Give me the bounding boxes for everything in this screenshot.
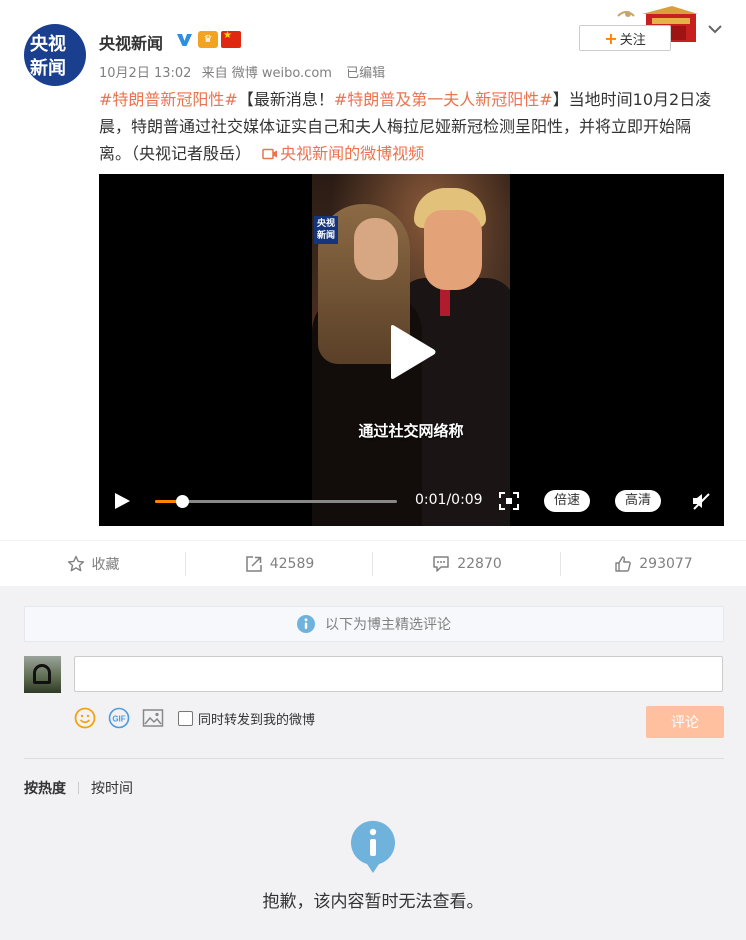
post-date[interactable]: 10月2日 13:02 — [99, 66, 191, 81]
hashtag-link[interactable]: #特朗普新冠阳性# — [99, 90, 238, 109]
sort-by-hot-tab[interactable]: 按热度 — [24, 778, 66, 798]
emoji-icon[interactable] — [74, 707, 96, 729]
star-icon — [67, 555, 84, 572]
repost-count: 42589 — [269, 556, 315, 572]
svg-text:GIF: GIF — [112, 715, 125, 724]
divider — [24, 758, 724, 759]
forward-checkbox-label: 同时转发到我的微博 — [198, 712, 316, 728]
quality-button[interactable]: 高清 — [615, 490, 662, 512]
chevron-down-icon[interactable] — [706, 20, 724, 38]
v-verified-icon — [177, 34, 192, 46]
forward-checkbox[interactable]: 同时转发到我的微博 — [178, 709, 315, 728]
video-time: 0:01/0:09 — [415, 492, 483, 508]
video-controls: 0:01/0:09 倍速 高清 — [99, 484, 724, 518]
like-button[interactable]: 293077 — [561, 541, 746, 587]
watermark-line1: 央视 — [316, 219, 335, 229]
notice-text: 以下为博主精选评论 — [325, 617, 451, 633]
info-icon — [351, 820, 395, 873]
comment-count: 22870 — [457, 556, 502, 572]
thumbs-up-icon — [615, 556, 632, 572]
avatar-text-top: 央视 — [30, 34, 66, 55]
play-icon[interactable] — [387, 324, 437, 380]
post-source: 来自 微博 weibo.com — [201, 66, 332, 81]
comment-button[interactable]: 22870 — [373, 541, 561, 587]
speed-button[interactable]: 倍速 — [544, 490, 591, 512]
info-icon — [297, 615, 315, 633]
video-subtitle: 通过社交网络称 — [358, 422, 464, 440]
comments-section: 以下为博主精选评论 GIF 同时转发到我的微博 评论 按热度 按时间 抱歉，该内… — [0, 586, 746, 940]
watermark-line2: 新闻 — [316, 231, 335, 241]
featured-comments-notice: 以下为博主精选评论 — [24, 606, 724, 642]
author-name[interactable]: 央视新闻 — [99, 30, 163, 54]
sort-tabs: 按热度 按时间 — [24, 778, 133, 798]
checkbox-box[interactable] — [178, 710, 193, 726]
favorite-label: 收藏 — [91, 557, 120, 573]
video-player[interactable]: 央视 新闻 通过社交网络称 0:01/0:09 倍速 高清 — [99, 174, 724, 526]
cctv-watermark: 央视 新闻 — [314, 216, 338, 244]
video-link-icon — [262, 148, 278, 160]
crown-badge-icon: ♛ — [198, 31, 218, 48]
hashtag-link[interactable]: #特朗普及第一夫人新冠阳性# — [334, 90, 553, 109]
author-avatar[interactable]: 央视 新闻 — [24, 24, 86, 86]
divider — [78, 782, 79, 794]
fullscreen-icon[interactable] — [499, 492, 519, 510]
post-text-segment: 【最新消息！ — [237, 90, 334, 109]
sort-by-time-tab[interactable]: 按时间 — [91, 778, 133, 798]
comment-input[interactable] — [74, 656, 723, 692]
avatar-text-bottom: 新闻 — [30, 58, 66, 79]
submit-comment-button[interactable]: 评论 — [646, 706, 724, 738]
follow-label: 关注 — [619, 32, 646, 48]
favorite-button[interactable]: 收藏 — [0, 541, 186, 587]
action-bar: 收藏 42589 22870 293077 — [0, 540, 746, 586]
weibo-post-card: 央视 新闻 央视新闻 ♛ ★ + 关注 10月2日 13:02 来自 微博 we… — [0, 0, 746, 540]
user-avatar[interactable] — [24, 656, 61, 693]
repost-button[interactable]: 42589 — [186, 541, 373, 587]
plus-icon: + — [604, 28, 618, 48]
play-icon[interactable] — [113, 492, 131, 510]
progress-handle[interactable] — [175, 495, 189, 508]
post-edited[interactable]: 已编辑 — [346, 66, 385, 81]
gif-icon[interactable]: GIF — [108, 707, 130, 729]
progress-bar[interactable] — [155, 495, 397, 508]
mute-icon[interactable] — [691, 492, 711, 510]
image-icon[interactable] — [142, 707, 164, 729]
follow-button[interactable]: + 关注 — [579, 25, 671, 51]
post-text: #特朗普新冠阳性#【最新消息！#特朗普及第一夫人新冠阳性#】当地时间10月2日凌… — [99, 86, 719, 167]
post-meta: 10月2日 13:02 来自 微博 weibo.com 已编辑 — [99, 62, 391, 81]
comment-tools: GIF 同时转发到我的微博 — [74, 706, 315, 730]
comment-icon — [433, 556, 449, 572]
empty-state-message: 抱歉，该内容暂时无法查看。 — [262, 892, 484, 912]
video-link[interactable]: 央视新闻的微博视频 — [280, 144, 424, 163]
repost-icon — [245, 556, 262, 572]
china-flag-icon: ★ — [221, 30, 241, 48]
like-count: 293077 — [639, 556, 693, 572]
